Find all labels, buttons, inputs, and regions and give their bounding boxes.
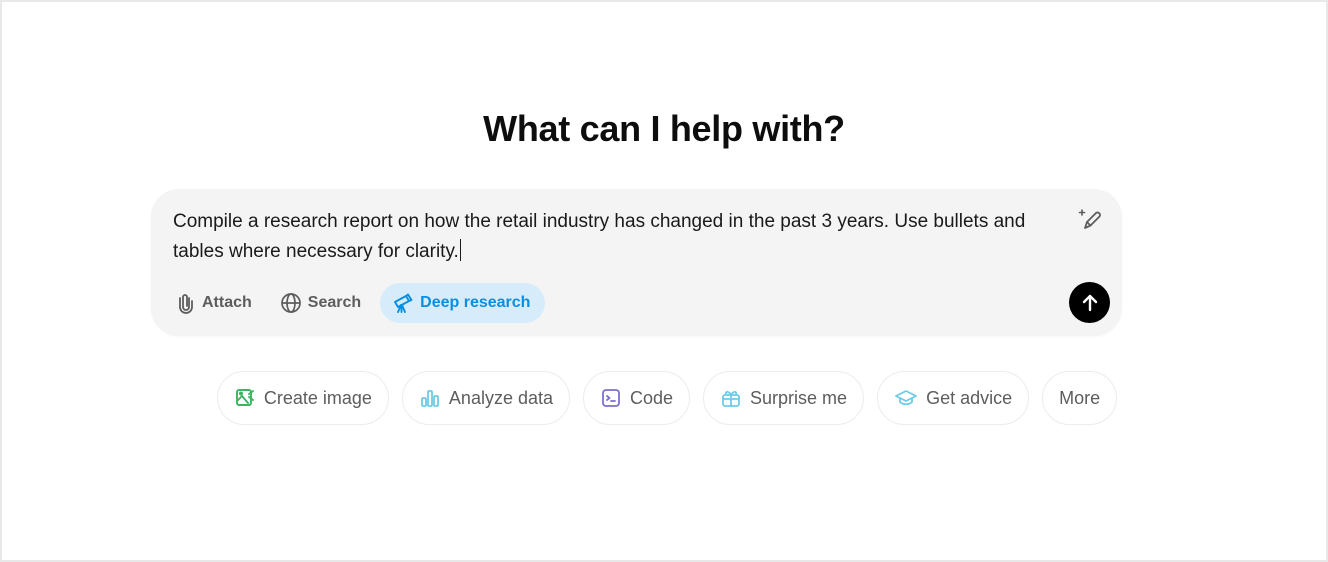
suggestion-chips: Create image Analyze data Code Surprise … xyxy=(2,371,1326,425)
paperclip-icon xyxy=(179,294,193,314)
more-chip[interactable]: More xyxy=(1042,371,1118,425)
edit-prompt-button[interactable] xyxy=(1075,205,1105,235)
image-icon xyxy=(235,389,254,406)
sparkle-pencil-icon xyxy=(1078,209,1101,229)
terminal-icon xyxy=(602,389,620,407)
create-image-label: Create image xyxy=(263,387,372,408)
composer-toolbar: Attach Search Deep research xyxy=(167,283,546,323)
get-advice-label: Get advice xyxy=(926,387,1013,408)
graduation-cap-icon xyxy=(895,390,917,406)
arrow-up-icon xyxy=(1082,294,1097,311)
create-image-chip[interactable]: Create image xyxy=(216,371,389,425)
deep-research-label: Deep research xyxy=(420,294,531,311)
search-button[interactable]: Search xyxy=(271,283,370,323)
text-caret xyxy=(459,239,462,261)
more-label: More xyxy=(1059,387,1101,408)
page: What can I help with? Compile a research… xyxy=(0,0,1328,562)
deep-research-button[interactable]: Deep research xyxy=(380,283,546,323)
attach-label: Attach xyxy=(202,294,252,311)
prompt-composer: Compile a research report on how the ret… xyxy=(151,189,1122,336)
surprise-me-label: Surprise me xyxy=(750,387,848,408)
code-label: Code xyxy=(630,387,674,408)
gift-icon xyxy=(722,390,740,407)
get-advice-chip[interactable]: Get advice xyxy=(877,371,1030,425)
analyze-data-chip[interactable]: Analyze data xyxy=(401,371,570,425)
code-chip[interactable]: Code xyxy=(583,371,691,425)
prompt-input[interactable]: Compile a research report on how the ret… xyxy=(173,207,1073,267)
prompt-text: Compile a research report on how the ret… xyxy=(173,211,1026,262)
surprise-me-chip[interactable]: Surprise me xyxy=(703,371,865,425)
globe-icon xyxy=(280,293,301,313)
attach-button[interactable]: Attach xyxy=(167,283,261,323)
analyze-data-label: Analyze data xyxy=(448,387,553,408)
send-button[interactable] xyxy=(1069,282,1110,323)
bar-chart-icon xyxy=(421,390,439,407)
search-label: Search xyxy=(307,294,362,311)
page-title: What can I help with? xyxy=(483,108,845,149)
telescope-icon xyxy=(394,293,413,313)
